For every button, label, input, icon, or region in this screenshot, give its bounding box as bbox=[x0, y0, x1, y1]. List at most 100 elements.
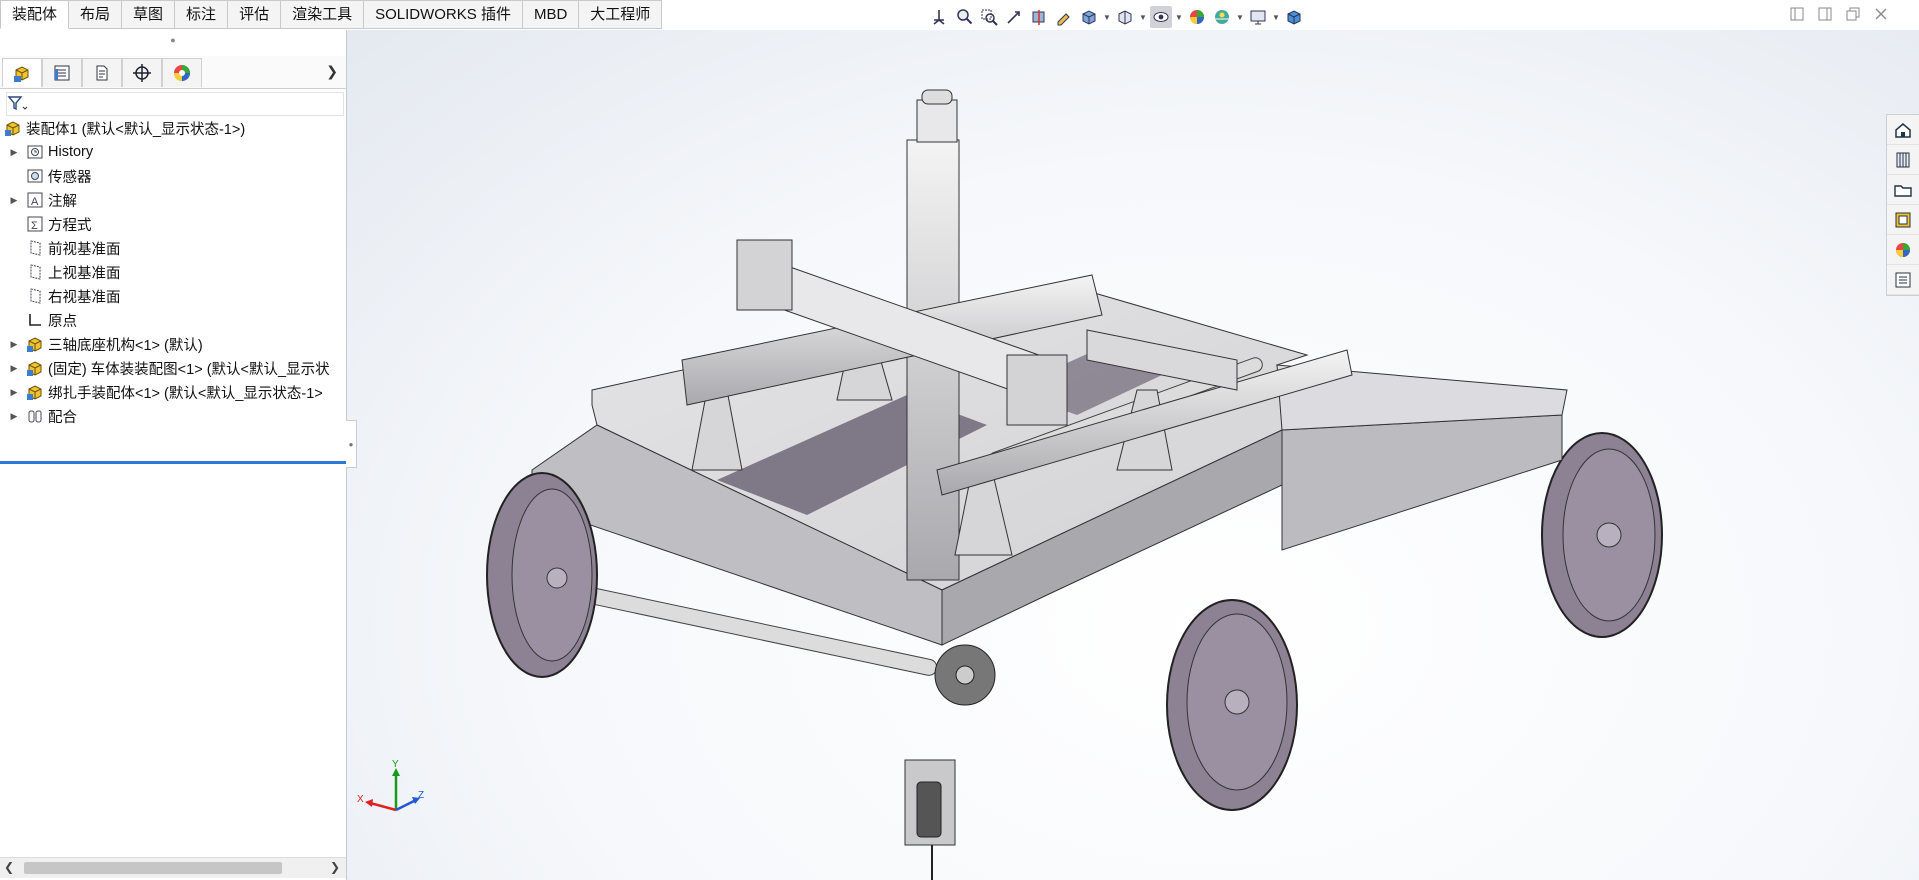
view-orientation-icon[interactable] bbox=[928, 6, 950, 28]
previous-view-icon[interactable] bbox=[1003, 6, 1025, 28]
tree-node[interactable]: Σ 方程式 bbox=[0, 212, 346, 236]
hide-show-items-icon[interactable] bbox=[1150, 6, 1172, 28]
tree-node-label: 配合 bbox=[48, 409, 77, 426]
chevron-down-icon[interactable]: ▼ bbox=[1139, 13, 1147, 22]
tree-node[interactable]: ▶ A 注解 bbox=[0, 188, 346, 212]
ribbon-tabs: 装配体 布局 草图 标注 评估 渲染工具 SOLIDWORKS 插件 MBD 大工程师 bbox=[0, 0, 663, 29]
view-palette-icon[interactable] bbox=[1887, 205, 1919, 235]
scroll-left-icon[interactable]: ❮ bbox=[4, 860, 14, 874]
expand-arrow-icon[interactable]: ▶ bbox=[8, 339, 20, 350]
task-pane-tabs bbox=[1886, 114, 1919, 296]
solidworks-resources-icon[interactable] bbox=[1887, 115, 1919, 145]
tree-node[interactable]: ▶ 绑扎手装配体<1> (默认<默认_显示状态-1> bbox=[0, 380, 346, 404]
history-icon bbox=[26, 143, 44, 161]
svg-text:A: A bbox=[31, 196, 39, 208]
scroll-right-icon[interactable]: ❯ bbox=[330, 860, 340, 874]
zoom-to-area-icon[interactable] bbox=[978, 6, 1000, 28]
wheel-front-right bbox=[1166, 599, 1298, 811]
restore-icon[interactable] bbox=[1845, 6, 1861, 22]
wheel-rear-right bbox=[1541, 432, 1663, 638]
chevron-down-icon[interactable]: ▼ bbox=[1103, 13, 1111, 22]
sprocket-center bbox=[934, 644, 996, 706]
apply-scene-icon[interactable] bbox=[1211, 6, 1233, 28]
edit-appearance-icon[interactable] bbox=[1186, 6, 1208, 28]
displaymanager-icon[interactable] bbox=[162, 58, 202, 87]
tab-7[interactable]: MBD bbox=[522, 0, 580, 29]
section-view-icon[interactable] bbox=[1028, 6, 1050, 28]
tab-1[interactable]: 布局 bbox=[69, 0, 123, 29]
plane-icon bbox=[26, 239, 44, 257]
dimxpert-icon[interactable] bbox=[122, 58, 162, 87]
tree-node[interactable]: 右视基准面 bbox=[0, 284, 346, 308]
tab-3[interactable]: 标注 bbox=[175, 0, 229, 29]
chevron-down-icon[interactable]: ▼ bbox=[1175, 13, 1183, 22]
tab-2[interactable]: 草图 bbox=[122, 0, 176, 29]
triad-z-label: Z bbox=[418, 790, 424, 801]
tile-left-icon[interactable] bbox=[1789, 6, 1805, 22]
panel-drag-handle[interactable]: ● bbox=[0, 35, 346, 45]
tree-node[interactable]: ▶ (固定) 车体装装配图<1> (默认<默认_显示状 bbox=[0, 356, 346, 380]
expand-arrow-icon[interactable]: ▶ bbox=[8, 411, 20, 422]
expand-arrow-icon[interactable]: ▶ bbox=[8, 195, 20, 206]
chevron-down-icon[interactable]: ▼ bbox=[1272, 13, 1280, 22]
tree-node-label: 方程式 bbox=[48, 217, 92, 234]
view-settings-icon[interactable] bbox=[1247, 6, 1269, 28]
tree-node-label: (固定) 车体装装配图<1> (默认<默认_显示状 bbox=[48, 361, 330, 378]
filter-icon[interactable] bbox=[7, 95, 29, 113]
zoom-to-fit-icon[interactable] bbox=[953, 6, 975, 28]
tree-node[interactable]: 前视基准面 bbox=[0, 236, 346, 260]
origin-icon bbox=[26, 311, 44, 329]
tree-node-label: 原点 bbox=[48, 313, 77, 330]
design-library-icon[interactable] bbox=[1887, 145, 1919, 175]
custom-properties-icon[interactable] bbox=[1887, 265, 1919, 295]
plane-icon bbox=[26, 263, 44, 281]
window-controls bbox=[1789, 6, 1889, 22]
scroll-thumb[interactable] bbox=[24, 862, 282, 874]
subassembly-icon bbox=[26, 383, 44, 401]
tab-6[interactable]: SOLIDWORKS 插件 bbox=[364, 0, 523, 29]
tree-node[interactable]: ▶ 配合 bbox=[0, 404, 346, 428]
tree-node[interactable]: ▶ History bbox=[0, 140, 346, 164]
tree-filter[interactable] bbox=[6, 92, 344, 116]
tree-node[interactable]: 原点 bbox=[0, 308, 346, 332]
feature-tree: 装配体1 (默认<默认_显示状态-1>) ▶ History 传感器 ▶ A 注解 Σ 方程式前… bbox=[0, 116, 346, 428]
heads-up-view-toolbar: ▼ ▼ ▼ ▼ ▼ bbox=[928, 4, 1305, 30]
view-orientation-cube-icon[interactable] bbox=[1078, 6, 1100, 28]
graphics-area[interactable] bbox=[347, 30, 1919, 880]
panel-collapse-handle[interactable]: ● bbox=[346, 420, 357, 468]
triad-x-label: X bbox=[357, 794, 364, 805]
tab-0[interactable]: 装配体 bbox=[0, 0, 70, 29]
tree-node[interactable]: 上视基准面 bbox=[0, 260, 346, 284]
assembly-icon bbox=[4, 119, 22, 137]
close-icon[interactable] bbox=[1873, 6, 1889, 22]
chevron-down-icon[interactable]: ▼ bbox=[1236, 13, 1244, 22]
display-style-icon[interactable] bbox=[1114, 6, 1136, 28]
subassembly-icon bbox=[26, 335, 44, 353]
3d-view-icon[interactable] bbox=[1283, 6, 1305, 28]
tab-4[interactable]: 评估 bbox=[228, 0, 282, 29]
tab-8[interactable]: 大工程师 bbox=[579, 0, 663, 29]
tree-node-label: 右视基准面 bbox=[48, 289, 121, 306]
tree-node[interactable]: ▶ 三轴底座机构<1> (默认) bbox=[0, 332, 346, 356]
tab-5[interactable]: 渲染工具 bbox=[281, 0, 365, 29]
expand-arrow-icon[interactable]: ▶ bbox=[8, 363, 20, 374]
expand-arrow-icon[interactable]: ▶ bbox=[8, 387, 20, 398]
tree-node[interactable]: 装配体1 (默认<默认_显示状态-1>) bbox=[0, 116, 346, 140]
wheel-front-left bbox=[486, 472, 598, 678]
expand-arrow-icon[interactable]: ▶ bbox=[8, 147, 20, 158]
horizontal-scrollbar[interactable]: ❮ ❯ bbox=[0, 857, 346, 878]
equation-icon: Σ bbox=[26, 215, 44, 233]
featuremanager-icon[interactable] bbox=[2, 58, 42, 87]
tree-node-label: 装配体1 (默认<默认_显示状态-1>) bbox=[26, 121, 246, 138]
tree-node[interactable]: 传感器 bbox=[0, 164, 346, 188]
file-explorer-icon[interactable] bbox=[1887, 175, 1919, 205]
tree-node-label: 前视基准面 bbox=[48, 241, 121, 258]
dynamic-annotation-icon[interactable] bbox=[1053, 6, 1075, 28]
assembly-model[interactable] bbox=[347, 30, 1919, 880]
appearances-icon[interactable] bbox=[1887, 235, 1919, 265]
propertymanager-icon[interactable] bbox=[42, 58, 82, 87]
configurationmanager-icon[interactable] bbox=[82, 58, 122, 87]
chevron-right-icon[interactable]: ❯ bbox=[326, 63, 338, 80]
svg-text:Σ: Σ bbox=[31, 220, 38, 232]
tile-right-icon[interactable] bbox=[1817, 6, 1833, 22]
